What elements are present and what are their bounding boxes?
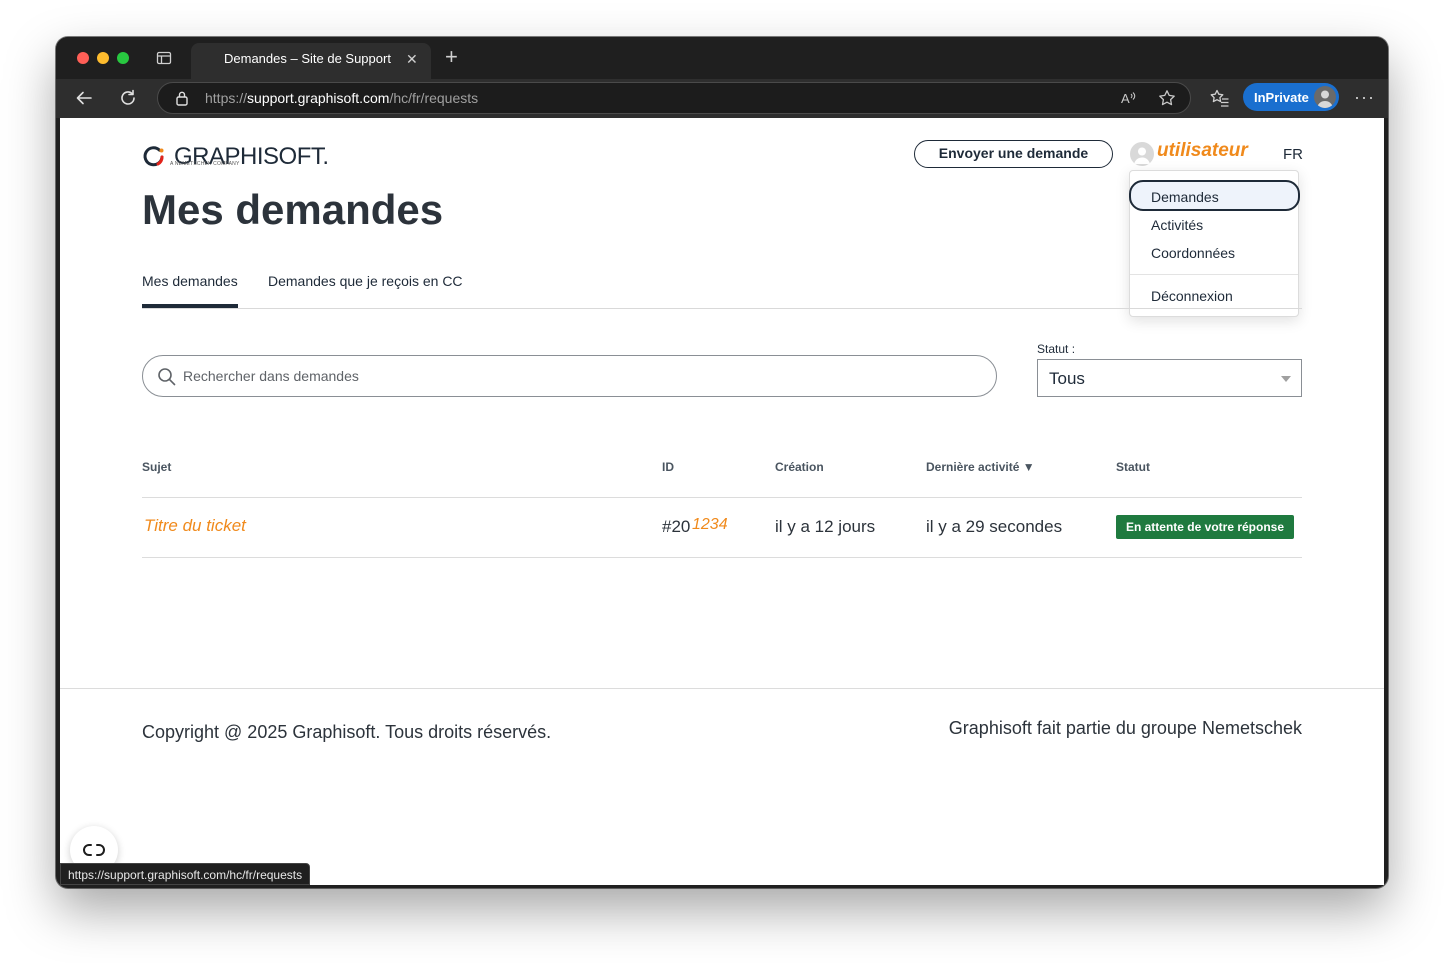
close-tab-icon[interactable]: ✕ bbox=[406, 51, 418, 68]
ticket-created: il y a 12 jours bbox=[775, 517, 876, 536]
refresh-icon[interactable] bbox=[118, 88, 138, 108]
profile-person-icon bbox=[1317, 90, 1333, 108]
favorites-list-icon[interactable] bbox=[1210, 88, 1230, 108]
user-menu-toggle[interactable]: utilisateur bbox=[1157, 140, 1248, 162]
svg-text:A: A bbox=[1121, 91, 1130, 106]
page-viewport: GRAPHISOFT. A NEMETSCHEK COMPANY Envoyer… bbox=[60, 118, 1384, 885]
column-header-created[interactable]: Création bbox=[775, 460, 824, 474]
column-header-status[interactable]: Statut bbox=[1116, 460, 1150, 474]
ticket-last-activity: il y a 29 secondes bbox=[926, 517, 1063, 536]
browser-window: Demandes – Site de Support ✕ + https://s… bbox=[56, 37, 1388, 888]
menu-item-activities[interactable]: Activités bbox=[1151, 217, 1203, 233]
inprivate-label: InPrivate bbox=[1254, 90, 1309, 105]
url-host: support.graphisoft.com bbox=[247, 90, 390, 106]
user-avatar[interactable] bbox=[1130, 142, 1154, 166]
graphisoft-logo-icon bbox=[143, 146, 164, 167]
minimize-window-button[interactable] bbox=[97, 52, 109, 64]
column-header-id[interactable]: ID bbox=[662, 460, 674, 474]
status-badge: En attente de votre réponse bbox=[1116, 515, 1294, 539]
page-title: Mes demandes bbox=[142, 186, 444, 233]
search-box[interactable] bbox=[142, 355, 997, 397]
column-header-last-activity[interactable]: Dernière activité ▼ bbox=[926, 460, 1035, 474]
footer-group-text: Graphisoft fait partie du groupe Nemetsc… bbox=[948, 718, 1302, 738]
status-filter-label: Statut : bbox=[1037, 342, 1076, 356]
ticket-subject-link[interactable]: Titre du ticket bbox=[144, 516, 246, 536]
table-header-divider bbox=[142, 497, 1302, 498]
footer-copyright: Copyright @ 2025 Graphisoft. Tous droits… bbox=[142, 722, 552, 742]
link-loop-icon bbox=[83, 844, 105, 856]
ticket-id-suffix: 1234 bbox=[692, 516, 728, 533]
submit-request-button[interactable]: Envoyer une demande bbox=[914, 140, 1113, 168]
profile-avatar bbox=[1314, 86, 1336, 108]
read-aloud-icon[interactable]: A bbox=[1120, 89, 1138, 107]
new-tab-icon[interactable]: + bbox=[445, 46, 458, 68]
table-row-divider bbox=[142, 557, 1302, 558]
logo-subtitle: A NEMETSCHEK COMPANY bbox=[170, 161, 240, 167]
status-filter-value: Tous bbox=[1049, 369, 1085, 388]
tab-my-requests[interactable]: Mes demandes bbox=[142, 273, 238, 289]
menu-item-requests[interactable]: Demandes bbox=[1151, 189, 1219, 205]
footer-divider bbox=[60, 688, 1384, 689]
favorite-star-icon[interactable] bbox=[1158, 89, 1176, 107]
tab-title: Demandes – Site de Support bbox=[224, 51, 391, 66]
address-url[interactable]: https://support.graphisoft.com/hc/fr/req… bbox=[205, 90, 478, 106]
browser-toolbar: https://support.graphisoft.com/hc/fr/req… bbox=[56, 79, 1388, 118]
status-filter-select[interactable]: Tous bbox=[1037, 359, 1302, 397]
browser-titlebar: Demandes – Site de Support ✕ + bbox=[56, 37, 1388, 79]
user-dropdown-menu: Demandes Activités Coordonnées Déconnexi… bbox=[1129, 170, 1300, 317]
menu-divider bbox=[1130, 274, 1298, 275]
url-scheme: https:// bbox=[205, 90, 248, 106]
menu-item-logout[interactable]: Déconnexion bbox=[1151, 288, 1233, 304]
maximize-window-button[interactable] bbox=[117, 52, 129, 64]
tabs-divider bbox=[142, 308, 1302, 309]
ticket-id-prefix: #20 bbox=[662, 517, 691, 536]
language-selector[interactable]: FR bbox=[1283, 146, 1303, 163]
back-arrow-icon[interactable] bbox=[74, 88, 94, 108]
tab-cc-requests[interactable]: Demandes que je reçois en CC bbox=[268, 273, 463, 289]
address-bar[interactable]: https://support.graphisoft.com/hc/fr/req… bbox=[157, 82, 1191, 114]
inprivate-button[interactable]: InPrivate bbox=[1243, 83, 1339, 111]
url-path: /hc/fr/requests bbox=[389, 90, 479, 106]
column-header-subject[interactable]: Sujet bbox=[142, 460, 171, 474]
graphisoft-logo[interactable]: GRAPHISOFT. bbox=[142, 142, 329, 172]
more-options-icon[interactable]: ··· bbox=[1354, 87, 1375, 108]
browser-tab-active[interactable]: Demandes – Site de Support ✕ bbox=[191, 43, 431, 79]
close-window-button[interactable] bbox=[77, 52, 89, 64]
menu-item-contact-details[interactable]: Coordonnées bbox=[1151, 245, 1235, 261]
user-person-icon bbox=[1134, 147, 1150, 164]
chevron-down-icon bbox=[1281, 376, 1291, 382]
tab-actions-icon[interactable] bbox=[156, 50, 172, 66]
link-status-bar: https://support.graphisoft.com/hc/fr/req… bbox=[60, 863, 311, 885]
search-icon bbox=[158, 368, 176, 386]
lock-icon[interactable] bbox=[175, 90, 189, 106]
sort-descending-icon: ▼ bbox=[1022, 460, 1035, 474]
search-input[interactable] bbox=[183, 365, 973, 387]
last-activity-label: Dernière activité bbox=[926, 460, 1020, 474]
